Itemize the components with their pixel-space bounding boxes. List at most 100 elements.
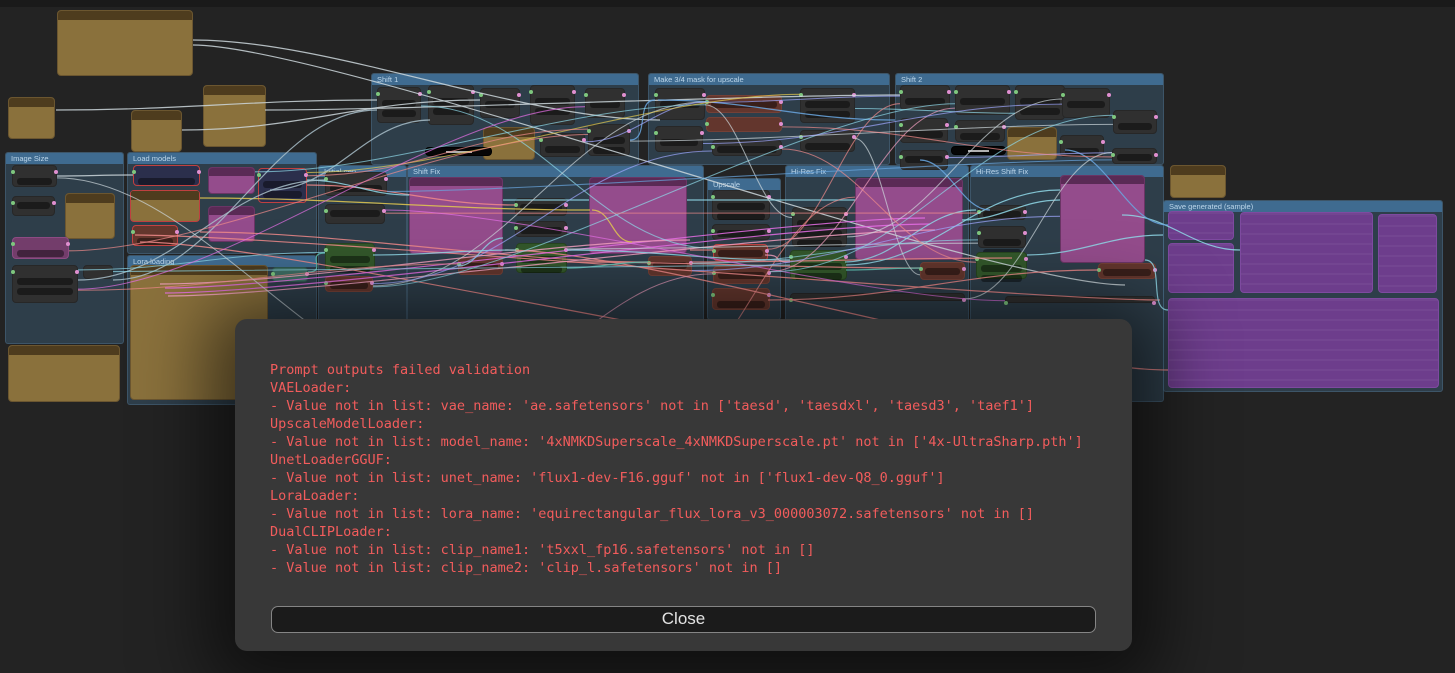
validation-error-dialog: Prompt outputs failed validationVAELoade… (235, 319, 1132, 651)
validation-error-line: VAELoader: (270, 379, 1112, 397)
node[interactable] (648, 256, 692, 276)
node[interactable] (955, 120, 1005, 142)
node[interactable] (458, 257, 503, 275)
sampler-node[interactable] (976, 252, 1027, 279)
node[interactable] (1005, 296, 1155, 303)
node[interactable] (1060, 135, 1104, 157)
node[interactable] (83, 265, 113, 279)
node[interactable] (792, 207, 847, 247)
preview-image-node[interactable] (855, 178, 963, 260)
node[interactable] (515, 221, 567, 237)
node[interactable] (978, 205, 1026, 220)
validation-error-line: - Value not in list: clip_name1: 't5xxl_… (270, 541, 1112, 559)
preview-image-node[interactable] (208, 167, 255, 194)
node[interactable] (1062, 88, 1110, 118)
node[interactable] (713, 266, 770, 284)
validation-error-line: - Value not in list: unet_name: 'flux1-d… (270, 469, 1112, 487)
note-node[interactable] (8, 345, 120, 402)
validation-error-line: UpscaleModelLoader: (270, 415, 1112, 433)
error-node[interactable] (133, 165, 200, 186)
preview-image-node[interactable] (1168, 243, 1234, 293)
workflow-canvas[interactable]: Image SizeLoad modelsLora loadingShift 1… (0, 0, 1455, 673)
node[interactable] (1113, 110, 1157, 134)
node[interactable] (377, 87, 421, 123)
error-note-node[interactable] (130, 190, 200, 222)
node[interactable] (588, 124, 630, 156)
note-node[interactable] (131, 110, 182, 152)
validation-error-line: Prompt outputs failed validation (270, 361, 1112, 379)
preview-image-node[interactable] (1168, 211, 1234, 240)
preview-image-node[interactable] (589, 177, 687, 254)
preview-image-node[interactable] (1168, 298, 1439, 388)
group-title: Shift Fix (408, 166, 703, 177)
node[interactable] (1015, 85, 1065, 120)
validation-error-line: - Value not in list: vae_name: 'ae.safet… (270, 397, 1112, 415)
node[interactable] (920, 262, 965, 280)
note-node[interactable] (65, 193, 115, 239)
close-button[interactable]: Close (271, 606, 1096, 633)
node[interactable] (712, 288, 770, 310)
preview-image-node[interactable] (1240, 212, 1373, 293)
preview-image-node[interactable] (1060, 175, 1145, 263)
node[interactable] (712, 190, 770, 220)
group-title: Shift 1 (372, 74, 638, 85)
node[interactable] (325, 204, 385, 224)
widget-value[interactable] (425, 147, 492, 156)
preview-image-node[interactable] (1378, 214, 1437, 293)
node[interactable] (978, 226, 1026, 248)
group-title: Load models (128, 153, 316, 164)
validation-error-text: Prompt outputs failed validationVAELoade… (270, 361, 1112, 577)
note-node[interactable] (57, 10, 193, 76)
node[interactable] (12, 196, 55, 216)
widget-value[interactable] (951, 146, 1006, 155)
note-node[interactable] (1170, 165, 1226, 198)
error-node[interactable] (132, 225, 178, 246)
node[interactable] (540, 133, 585, 157)
node[interactable] (1112, 148, 1157, 164)
validation-error-line: UnetLoaderGGUF: (270, 451, 1112, 469)
node[interactable] (900, 118, 948, 143)
node[interactable] (12, 237, 69, 259)
node[interactable] (800, 88, 855, 123)
validation-error-line: - Value not in list: clip_name2: 'clip_l… (270, 559, 1112, 577)
group-title: Image Size (6, 153, 123, 164)
node[interactable] (900, 150, 948, 170)
note-node[interactable] (483, 127, 535, 160)
node[interactable] (900, 85, 950, 110)
validation-error-line: DualCLIPLoader: (270, 523, 1112, 541)
validation-error-line: LoraLoader: (270, 487, 1112, 505)
node[interactable] (712, 224, 770, 240)
sampler-node[interactable] (325, 243, 375, 271)
preview-image-node[interactable] (409, 177, 503, 254)
node[interactable] (585, 88, 625, 118)
node[interactable] (706, 95, 782, 113)
node[interactable] (515, 198, 567, 216)
error-node[interactable] (713, 244, 768, 261)
node[interactable] (12, 265, 78, 303)
node[interactable] (706, 117, 782, 132)
node[interactable] (655, 88, 705, 120)
group-title: Shift 2 (896, 74, 1163, 85)
error-node[interactable] (258, 168, 307, 203)
sampler-node[interactable] (790, 250, 847, 280)
node[interactable] (800, 130, 855, 152)
node[interactable] (712, 140, 782, 156)
sampler-node[interactable] (516, 243, 567, 273)
group-title: Make 3/4 mask for upscale (649, 74, 889, 85)
node[interactable] (790, 293, 965, 301)
note-node[interactable] (1007, 127, 1057, 160)
node[interactable] (325, 276, 373, 292)
node[interactable] (325, 172, 387, 196)
window-top-strip (0, 0, 1455, 7)
node[interactable] (1098, 263, 1156, 279)
note-node[interactable] (8, 97, 55, 139)
preview-image-node[interactable] (208, 206, 255, 242)
node[interactable] (272, 267, 308, 282)
node[interactable] (955, 85, 1010, 115)
node[interactable] (655, 126, 703, 152)
node[interactable] (428, 85, 474, 125)
node[interactable] (480, 88, 520, 118)
node[interactable] (12, 165, 57, 187)
note-node[interactable] (203, 85, 266, 147)
node[interactable] (530, 85, 575, 125)
